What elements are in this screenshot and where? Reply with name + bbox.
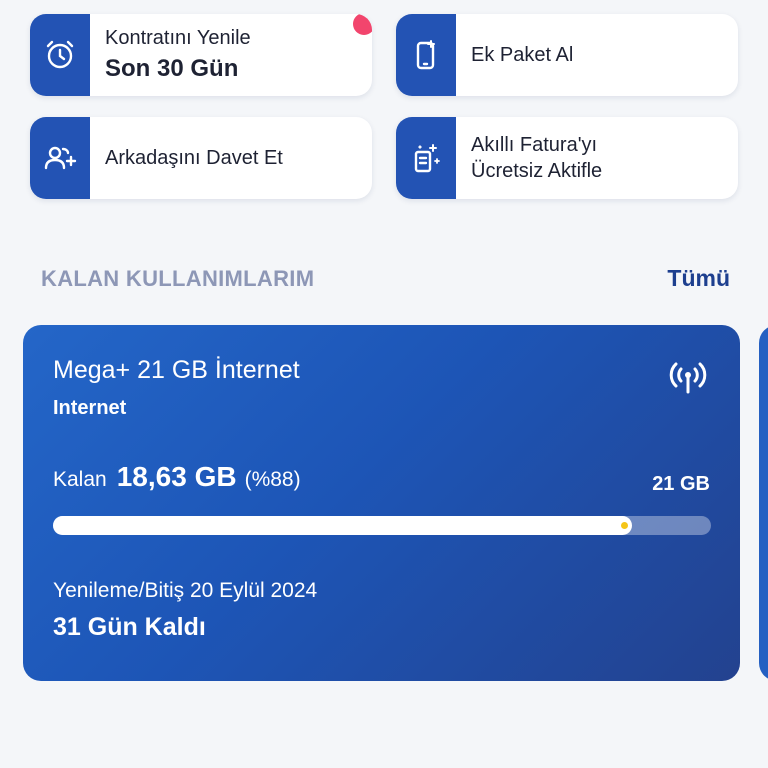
add-user-icon xyxy=(30,117,90,199)
smart-bill-label-line2: Ücretsiz Aktifle xyxy=(471,160,603,182)
notification-badge xyxy=(353,14,372,35)
invite-friend-label: Arkadaşını Davet Et xyxy=(105,147,283,169)
buy-addon-package-label: Ek Paket Al xyxy=(471,44,574,66)
remaining-row: Kalan 18,63 GB (%88) xyxy=(53,461,301,493)
alarm-clock-icon xyxy=(30,14,90,96)
signal-tower-icon xyxy=(669,362,707,394)
usage-progress-bar xyxy=(53,516,711,535)
phone-sparkle-icon xyxy=(396,14,456,96)
buy-addon-package-button[interactable]: Ek Paket Al xyxy=(396,14,738,96)
remaining-percent: (%88) xyxy=(244,468,301,491)
package-name: Mega+ 21 GB İnternet xyxy=(53,356,300,384)
renewal-date: Yenileme/Bitiş 20 Eylül 2024 xyxy=(53,579,318,602)
section-title: KALAN KULLANIMLARIM xyxy=(41,266,315,291)
smart-bill-label-line1: Akıllı Fatura'yı xyxy=(471,134,598,156)
remaining-label: Kalan xyxy=(53,468,107,491)
usage-progress-fill xyxy=(53,516,633,535)
usage-card[interactable]: Mega+ 21 GB İnternet Internet Kalan 18,6… xyxy=(23,325,740,681)
renew-contract-title: Kontratını Yenile xyxy=(105,27,251,49)
remaining-value: 18,63 GB xyxy=(116,461,237,492)
usage-progress-marker xyxy=(621,522,629,529)
total-quota: 21 GB xyxy=(652,473,710,495)
renew-contract-subtitle: Son 30 Gün xyxy=(105,55,239,82)
next-usage-card[interactable] xyxy=(759,325,768,681)
smart-bill-icon xyxy=(396,117,456,199)
invite-friend-button[interactable]: Arkadaşını Davet Et xyxy=(30,117,372,199)
activate-smart-bill-button[interactable]: Akıllı Fatura'yı Ücretsiz Aktifle xyxy=(396,117,738,199)
package-type: Internet xyxy=(53,397,127,419)
renew-contract-button[interactable]: Kontratını Yenile Son 30 Gün xyxy=(30,14,372,96)
days-left: 31 Gün Kaldı xyxy=(53,613,206,641)
see-all-link[interactable]: Tümü xyxy=(667,265,730,292)
